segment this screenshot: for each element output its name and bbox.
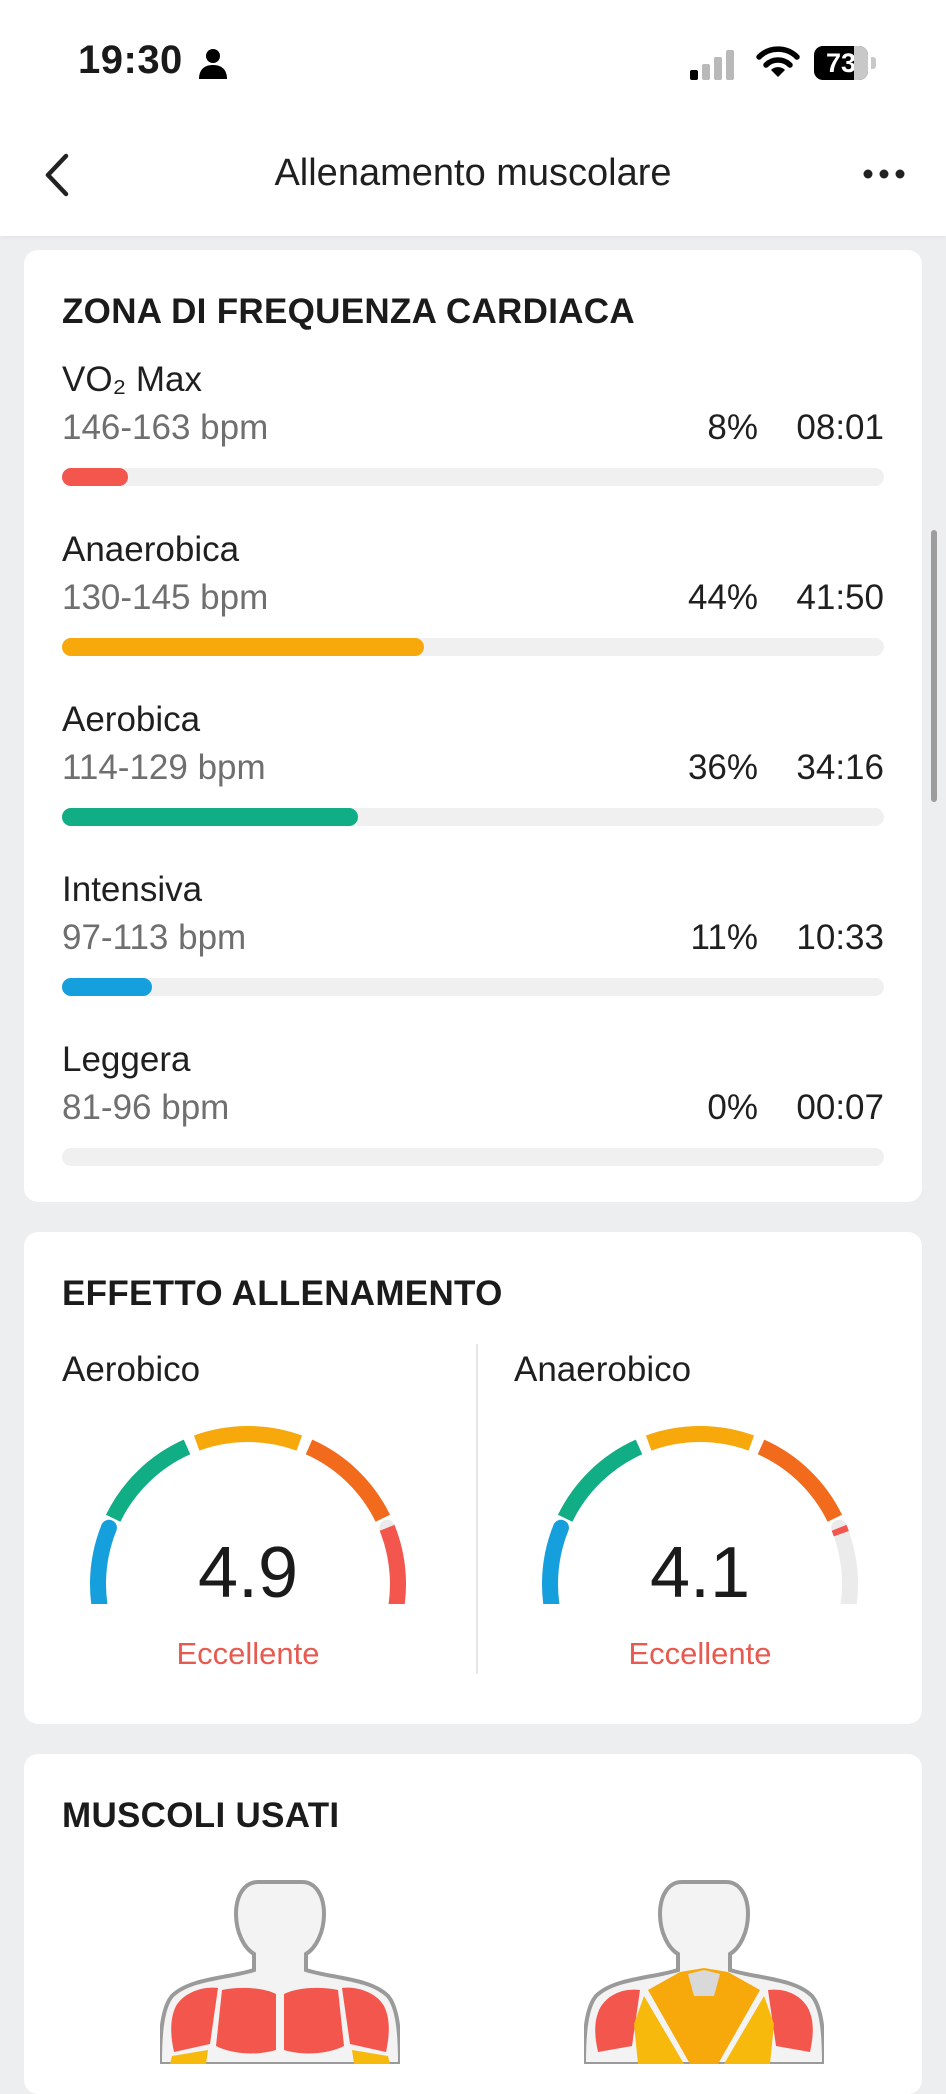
battery-level: 73 bbox=[825, 48, 857, 78]
body-front-diagram bbox=[160, 1880, 400, 2064]
zone-percent: 8% bbox=[707, 408, 758, 447]
zone-percent: 11% bbox=[690, 918, 758, 957]
aerobic-score: 4.9 bbox=[197, 1533, 299, 1613]
gauge-segment bbox=[105, 1439, 191, 1522]
gauge-segment bbox=[645, 1426, 755, 1451]
gauge-divider bbox=[476, 1344, 478, 1674]
zone-time: 41:50 bbox=[796, 578, 884, 617]
zone-bar-fill bbox=[62, 808, 358, 826]
zone-bar-track bbox=[62, 1148, 884, 1166]
zone-bar-fill bbox=[62, 468, 128, 486]
zone-range: 97-113 bpm bbox=[62, 918, 247, 957]
zone-bar-track bbox=[62, 638, 884, 656]
status-time: 19:30 bbox=[78, 38, 183, 82]
zone-time: 34:16 bbox=[796, 748, 884, 787]
zone-row: VO₂ Max 146-163 bpm 8% 08:01 bbox=[62, 360, 884, 510]
zone-row: Aerobica 114-129 bpm 36% 34:16 bbox=[62, 700, 884, 850]
top-bar: 19:30 73 Allenamento muscolare bbox=[0, 0, 946, 236]
zone-percent: 44% bbox=[687, 578, 758, 617]
zone-time: 08:01 bbox=[796, 408, 884, 447]
aerobic-rating: Eccellente bbox=[176, 1636, 320, 1671]
person-icon bbox=[199, 49, 227, 79]
gauge-segment bbox=[757, 1439, 843, 1522]
training-effect-title: EFFETTO ALLENAMENTO bbox=[62, 1274, 503, 1313]
more-options-button[interactable] bbox=[862, 162, 906, 186]
zone-name: Anaerobica bbox=[62, 530, 240, 569]
zone-bar-fill bbox=[62, 978, 152, 996]
gauge-segment bbox=[557, 1439, 643, 1522]
anaerobic-label: Anaerobico bbox=[514, 1350, 692, 1389]
zone-row: Intensiva 97-113 bpm 11% 10:33 bbox=[62, 870, 884, 1020]
aerobic-label: Aerobico bbox=[62, 1350, 201, 1389]
zone-range: 114-129 bpm bbox=[62, 748, 266, 787]
zone-range: 130-145 bpm bbox=[62, 578, 269, 617]
heart-rate-zones-title: ZONA DI FREQUENZA CARDIACA bbox=[62, 292, 635, 331]
zone-percent: 36% bbox=[687, 748, 758, 787]
zone-name: VO₂ Max bbox=[62, 360, 202, 399]
zone-name: Leggera bbox=[62, 1040, 191, 1079]
anaerobic-score: 4.1 bbox=[649, 1533, 751, 1613]
zone-name: Aerobica bbox=[62, 700, 201, 739]
page-title: Allenamento muscolare bbox=[274, 152, 672, 194]
gauge-segment bbox=[305, 1439, 391, 1522]
muscles-used-card: MUSCOLI USATI bbox=[24, 1754, 922, 2094]
zone-range: 146-163 bpm bbox=[62, 408, 269, 447]
zone-bar-track bbox=[62, 808, 884, 826]
zone-bar-fill bbox=[62, 638, 424, 656]
battery-indicator: 73 bbox=[814, 46, 878, 80]
anaerobic-rating: Eccellente bbox=[628, 1636, 772, 1671]
chest-right bbox=[284, 1987, 344, 2054]
wifi-icon bbox=[756, 46, 800, 77]
muscles-used-title: MUSCOLI USATI bbox=[62, 1796, 340, 1835]
cellular-signal-icon bbox=[690, 50, 734, 80]
zone-time: 00:07 bbox=[796, 1088, 884, 1127]
zone-name: Intensiva bbox=[62, 870, 203, 909]
zone-row: Leggera 81-96 bpm 0% 00:07 bbox=[62, 1040, 884, 1190]
gauge-segment bbox=[193, 1426, 303, 1451]
scrollbar[interactable] bbox=[931, 530, 937, 802]
heart-rate-zones-card: ZONA DI FREQUENZA CARDIACA VO₂ Max 146-1… bbox=[24, 250, 922, 1202]
zone-bar-track bbox=[62, 978, 884, 996]
body-back-diagram bbox=[584, 1880, 824, 2064]
chest-left bbox=[216, 1987, 276, 2054]
zone-time: 10:33 bbox=[796, 918, 884, 957]
zone-bar-track bbox=[62, 468, 884, 486]
zone-range: 81-96 bpm bbox=[62, 1088, 230, 1127]
zone-percent: 0% bbox=[707, 1088, 758, 1127]
zone-row: Anaerobica 130-145 bpm 44% 41:50 bbox=[62, 530, 884, 680]
training-effect-card: EFFETTO ALLENAMENTO Aerobico 4.9 Eccelle… bbox=[24, 1232, 922, 1724]
